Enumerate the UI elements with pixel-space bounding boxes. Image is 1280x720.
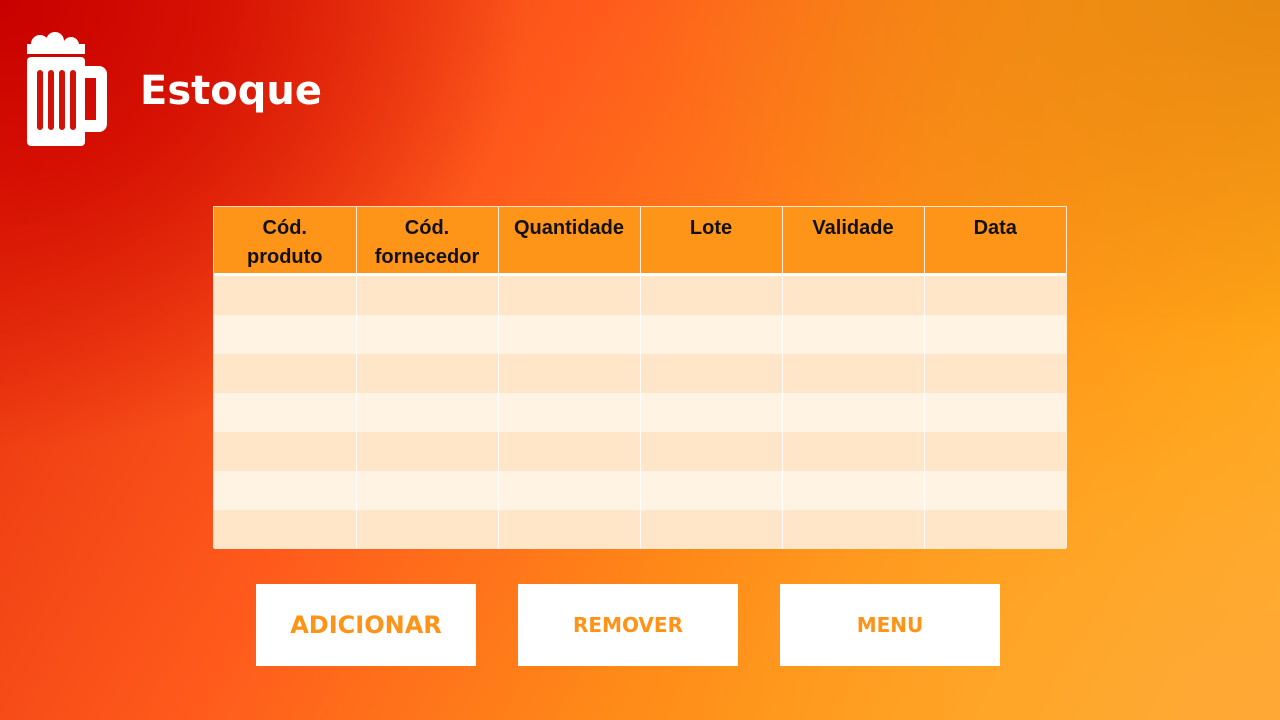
table-body [214, 274, 1066, 549]
table-cell[interactable] [640, 354, 783, 393]
table-row [214, 471, 1066, 510]
table-row [214, 354, 1066, 393]
table-cell[interactable] [498, 432, 641, 471]
table-cell[interactable] [214, 315, 357, 354]
column-header-product-code: Cód. produto [214, 207, 357, 276]
table-cell[interactable] [640, 510, 783, 549]
app-header [27, 32, 107, 146]
page-title: Estoque [140, 68, 322, 114]
table-cell[interactable] [924, 432, 1066, 471]
table-cell[interactable] [924, 393, 1066, 432]
table-cell[interactable] [782, 354, 925, 393]
beer-mug-icon [27, 32, 107, 146]
table-cell[interactable] [356, 315, 499, 354]
table-row [214, 274, 1066, 315]
table-cell[interactable] [214, 354, 357, 393]
table-cell[interactable] [214, 393, 357, 432]
table-cell[interactable] [782, 315, 925, 354]
add-button[interactable]: ADICIONAR [256, 584, 476, 666]
stock-table-container: Cód. produto Cód. fornecedor Quantidade Lo… [213, 206, 1067, 549]
table-cell[interactable] [640, 432, 783, 471]
table-row [214, 510, 1066, 549]
table-cell[interactable] [498, 471, 641, 510]
table-cell[interactable] [924, 510, 1066, 549]
column-header-quantity: Quantidade [498, 207, 641, 276]
table-row [214, 393, 1066, 432]
table-cell[interactable] [640, 274, 783, 315]
table-cell[interactable] [498, 354, 641, 393]
column-header-expiry: Validade [782, 207, 925, 276]
table-cell[interactable] [498, 274, 641, 315]
remove-button[interactable]: REMOVER [518, 584, 738, 666]
stock-table: Cód. produto Cód. fornecedor Quantidade Lo… [214, 207, 1066, 549]
table-cell[interactable] [782, 432, 925, 471]
table-cell[interactable] [924, 354, 1066, 393]
table-cell[interactable] [498, 315, 641, 354]
table-cell[interactable] [356, 354, 499, 393]
table-header-row: Cód. produto Cód. fornecedor Quantidade Lo… [214, 207, 1066, 276]
table-cell[interactable] [640, 471, 783, 510]
menu-button[interactable]: MENU [780, 584, 1000, 666]
table-cell[interactable] [356, 432, 499, 471]
column-header-date: Data [924, 207, 1066, 276]
table-cell[interactable] [214, 510, 357, 549]
table-row [214, 432, 1066, 471]
table-cell[interactable] [214, 432, 357, 471]
table-cell[interactable] [782, 471, 925, 510]
table-cell[interactable] [640, 393, 783, 432]
table-cell[interactable] [782, 274, 925, 315]
column-header-supplier-code: Cód. fornecedor [356, 207, 499, 276]
table-cell[interactable] [356, 274, 499, 315]
table-cell[interactable] [640, 315, 783, 354]
table-row [214, 315, 1066, 354]
table-cell[interactable] [498, 393, 641, 432]
table-cell[interactable] [214, 274, 357, 315]
table-cell[interactable] [356, 393, 499, 432]
column-header-lot: Lote [640, 207, 783, 276]
table-cell[interactable] [498, 510, 641, 549]
table-cell[interactable] [782, 393, 925, 432]
table-cell[interactable] [214, 471, 357, 510]
table-cell[interactable] [356, 510, 499, 549]
table-cell[interactable] [924, 471, 1066, 510]
table-cell[interactable] [356, 471, 499, 510]
table-cell[interactable] [924, 315, 1066, 354]
table-cell[interactable] [782, 510, 925, 549]
table-cell[interactable] [924, 274, 1066, 315]
